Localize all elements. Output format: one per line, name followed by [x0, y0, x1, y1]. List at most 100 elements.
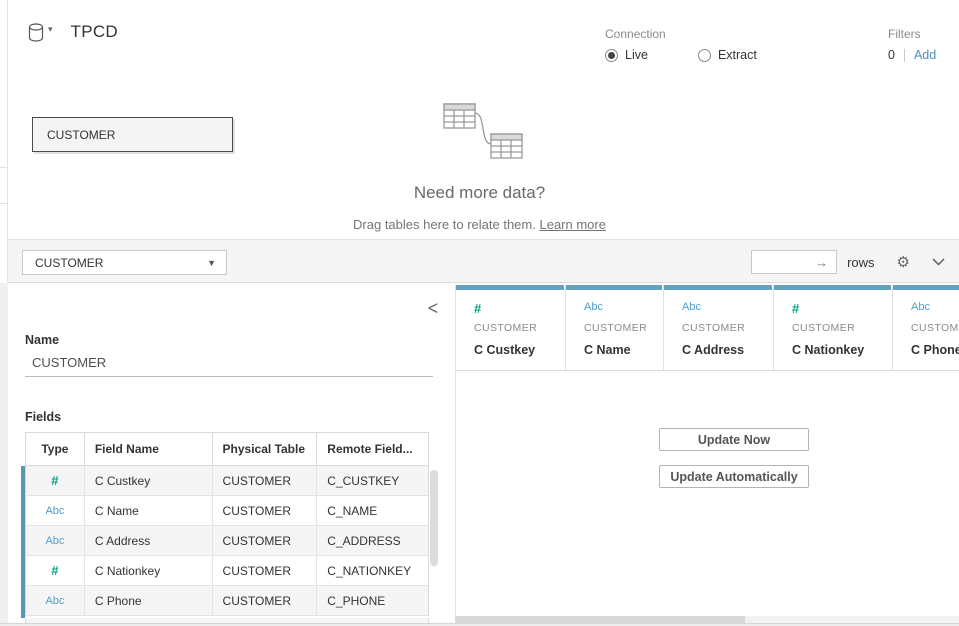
col-header-physical-table[interactable]: Physical Table [213, 433, 318, 465]
table-selector-value: CUSTOMER [35, 256, 103, 270]
col-header-remote-field[interactable]: Remote Field... [317, 433, 428, 465]
grid-header-row: #CUSTOMERC CustkeyAbcCUSTOMERC NameAbcCU… [456, 285, 959, 371]
number-type-icon: # [26, 556, 85, 585]
string-type-icon: Abc [682, 301, 773, 317]
learn-more-link[interactable]: Learn more [539, 217, 605, 232]
column-table-label: CUSTOMER [911, 322, 959, 334]
database-caret-icon[interactable]: ▾ [48, 24, 53, 35]
radio-extract-label: Extract [718, 48, 757, 62]
string-type-icon: Abc [26, 496, 85, 525]
datasource-title: TPCD [71, 22, 118, 42]
left-edge-strip-lower [0, 283, 8, 626]
remote-field-cell: C_NATIONKEY [317, 556, 428, 585]
grid-column-c-address[interactable]: Abc CUSTOMER C Address [664, 285, 774, 370]
field-name-cell[interactable]: C Nationkey [85, 556, 213, 585]
col-header-type[interactable]: Type [26, 433, 85, 465]
empty-state-title: Need more data? [0, 183, 959, 203]
fields-table: Type Field Name Physical Table Remote Fi… [25, 432, 429, 616]
field-name-cell[interactable]: C Name [85, 496, 213, 525]
column-accent-bar [664, 285, 772, 290]
column-table-label: CUSTOMER [682, 322, 773, 334]
grid-column-c-custkey[interactable]: #CUSTOMERC Custkey [456, 285, 566, 370]
grid-column-c-name[interactable]: Abc CUSTOMER C Name [566, 285, 664, 370]
update-automatically-button[interactable]: Update Automatically [659, 465, 809, 488]
column-accent-bar [893, 285, 959, 290]
radio-live-label: Live [625, 48, 648, 62]
string-type-icon: Abc [26, 526, 85, 555]
physical-table-cell: CUSTOMER [213, 526, 318, 555]
radio-extract[interactable]: Extract [698, 48, 757, 62]
col-header-field-name[interactable]: Field Name [85, 433, 213, 465]
field-row-c-phone[interactable]: AbcC PhoneCUSTOMERC_PHONE [26, 586, 428, 616]
physical-table-cell: CUSTOMER [213, 496, 318, 525]
connection-block: Connection Live Extract [605, 27, 757, 62]
field-row-c-name[interactable]: AbcC NameCUSTOMERC_NAME [26, 496, 428, 526]
column-field-label[interactable]: C Address [682, 343, 773, 357]
fields-table-header-row: Type Field Name Physical Table Remote Fi… [26, 433, 428, 466]
chevron-down-icon[interactable] [932, 253, 945, 271]
fields-table-scrollbar[interactable] [430, 470, 438, 566]
remote-field-cell: C_CUSTKEY [317, 466, 428, 495]
empty-state-subtitle-text: Drag tables here to relate them. [353, 217, 536, 232]
remote-field-cell: C_ADDRESS [317, 526, 428, 555]
field-row-c-custkey[interactable]: #C CustkeyCUSTOMERC_CUSTKEY [26, 466, 428, 496]
update-now-button[interactable]: Update Now [659, 428, 809, 451]
field-name-cell[interactable]: C Custkey [85, 466, 213, 495]
rows-label: rows [847, 255, 874, 270]
canvas-table-node[interactable]: CUSTOMER [32, 117, 233, 152]
radio-extract-circle[interactable] [698, 49, 711, 62]
remote-field-cell: C_PHONE [317, 586, 428, 615]
string-type-icon: Abc [911, 301, 959, 317]
name-input[interactable] [25, 353, 433, 377]
column-table-label: CUSTOMER [792, 322, 892, 334]
filters-divider [904, 49, 905, 62]
row-limit-input[interactable]: → [751, 250, 837, 274]
name-label: Name [25, 333, 59, 347]
field-name-cell[interactable]: C Phone [85, 586, 213, 615]
datasource-page: ▾ TPCD Connection Live Extract Filters 0… [0, 0, 959, 626]
filters-count: 0 [888, 48, 895, 62]
string-type-icon: Abc [26, 586, 85, 615]
column-field-label[interactable]: C Nationkey [792, 343, 892, 357]
grid-toolbar: CUSTOMER ▼ → rows ⚙ [8, 239, 959, 283]
physical-table-cell: CUSTOMER [213, 556, 318, 585]
grid-hscrollbar-thumb[interactable] [455, 616, 745, 623]
dropdown-caret-icon: ▼ [207, 258, 216, 268]
number-type-icon: # [26, 466, 85, 495]
column-table-label: CUSTOMER [584, 322, 663, 334]
grid-column-c-phone[interactable]: Abc CUSTOMER C Phone [893, 285, 959, 370]
radio-live-circle[interactable] [605, 49, 618, 62]
data-preview-grid: #CUSTOMERC CustkeyAbcCUSTOMERC NameAbcCU… [455, 285, 959, 616]
column-accent-bar [566, 285, 662, 290]
filters-label: Filters [888, 27, 936, 41]
collapse-panel-chevron-icon[interactable]: < [427, 299, 439, 320]
filters-add-link[interactable]: Add [914, 48, 936, 62]
database-icon[interactable] [28, 23, 44, 42]
column-field-label[interactable]: C Phone [911, 343, 959, 357]
filters-block: Filters 0 Add [888, 27, 936, 62]
field-name-cell[interactable]: C Address [85, 526, 213, 555]
empty-state-subtitle: Drag tables here to relate them. Learn m… [0, 217, 959, 232]
connection-label: Connection [605, 27, 757, 41]
column-field-label[interactable]: C Custkey [474, 343, 565, 357]
fields-selection-bar [21, 466, 25, 618]
column-field-label[interactable]: C Name [584, 343, 663, 357]
gear-icon[interactable]: ⚙ [897, 253, 910, 271]
right-arrow-icon: → [815, 255, 828, 270]
field-row-c-address[interactable]: AbcC AddressCUSTOMERC_ADDRESS [26, 526, 428, 556]
field-row-c-nationkey[interactable]: #C NationkeyCUSTOMERC_NATIONKEY [26, 556, 428, 586]
string-type-icon: Abc [584, 301, 663, 317]
physical-table-cell: CUSTOMER [213, 586, 318, 615]
number-type-icon: # [474, 301, 565, 317]
grid-column-c-nationkey[interactable]: # CUSTOMER C Nationkey [774, 285, 893, 370]
number-type-icon: # [792, 301, 892, 317]
radio-live[interactable]: Live [605, 48, 648, 62]
column-accent-bar [774, 285, 891, 290]
table-selector-dropdown[interactable]: CUSTOMER ▼ [22, 250, 227, 275]
header: ▾ TPCD [28, 22, 118, 42]
column-accent-bar [456, 285, 564, 290]
remote-field-cell: C_NAME [317, 496, 428, 525]
rows-controls: → rows ⚙ [751, 250, 945, 274]
physical-table-cell: CUSTOMER [213, 466, 318, 495]
fields-label: Fields [25, 410, 61, 424]
